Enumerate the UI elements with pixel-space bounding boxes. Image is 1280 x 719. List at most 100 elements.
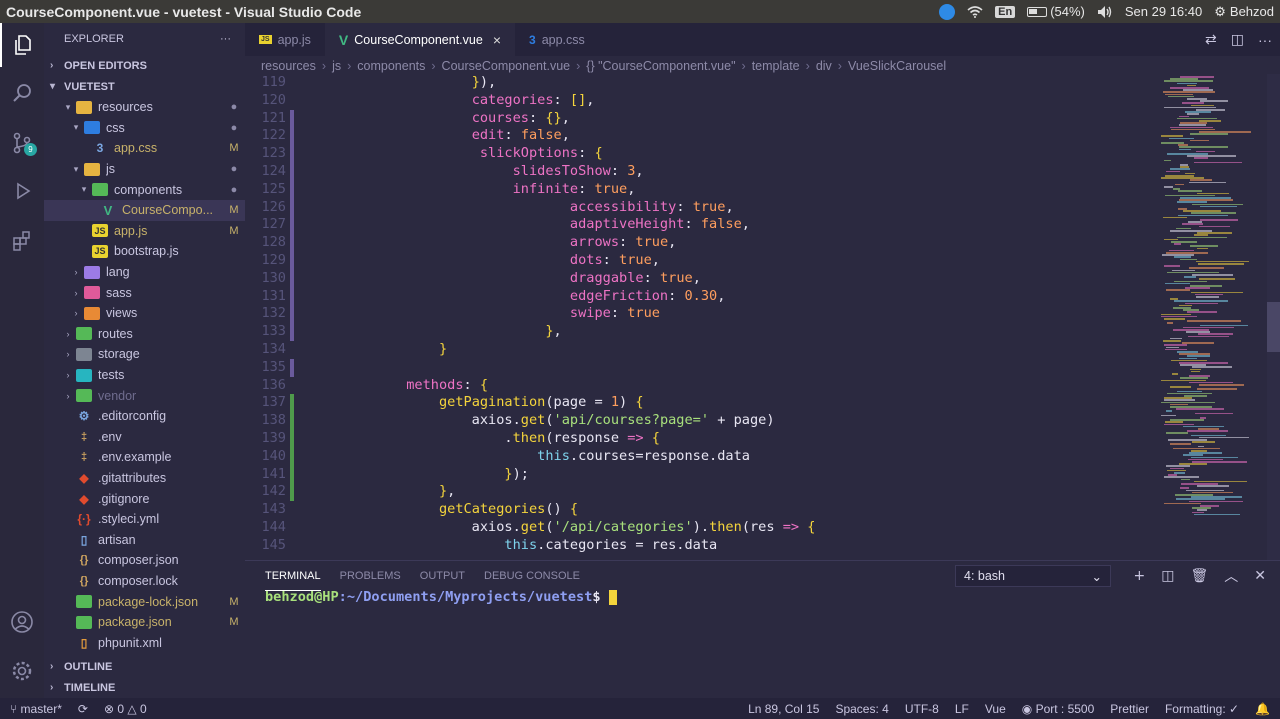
tree-item[interactable]: › storage [44, 344, 245, 365]
breadcrumb-item[interactable]: components [357, 59, 425, 73]
tree-item[interactable]: ‡ .env.example [44, 447, 245, 468]
code-line[interactable]: 145 this.categories = res.data [245, 537, 1157, 555]
maximize-panel-icon[interactable]: ︿ [1224, 566, 1238, 586]
panel-tab[interactable]: DEBUG CONSOLE [484, 561, 580, 591]
tree-item[interactable]: ▾ css ● [44, 118, 245, 139]
volume-icon[interactable] [1097, 5, 1113, 19]
code-line[interactable]: 119 }), [245, 74, 1157, 92]
tree-item[interactable]: ▯ artisan [44, 529, 245, 550]
code-line[interactable]: 131 edgeFriction: 0.30, [245, 287, 1157, 306]
battery-indicator[interactable]: (54%) [1027, 4, 1085, 19]
formatting-status[interactable]: Formatting: ✓ [1165, 702, 1239, 716]
extensions-icon[interactable] [0, 219, 44, 263]
project-section[interactable]: ▾ VUETEST [44, 76, 245, 97]
editor-tab[interactable]: JS app.js [245, 23, 325, 56]
tree-item[interactable]: package.json M [44, 612, 245, 633]
end-of-line[interactable]: LF [955, 702, 969, 716]
tree-item[interactable]: ▾ resources ● [44, 97, 245, 118]
tree-item[interactable]: › lang [44, 262, 245, 283]
tree-item[interactable]: ▾ components ● [44, 179, 245, 200]
code-line[interactable]: 142 }, [245, 483, 1157, 502]
split-terminal-icon[interactable]: ◫ [1161, 568, 1174, 584]
timeline-section[interactable]: › TIMELINE [44, 677, 245, 698]
code-line[interactable]: 123 slickOptions: { [245, 145, 1157, 163]
source-control-icon[interactable]: 9 [0, 121, 44, 165]
tree-item[interactable]: › views [44, 303, 245, 324]
breadcrumb-item[interactable]: VueSlickCarousel [848, 59, 946, 73]
code-line[interactable]: 136 methods: { [245, 377, 1157, 395]
tree-item[interactable]: package-lock.json M [44, 591, 245, 612]
tree-item[interactable]: › tests [44, 365, 245, 386]
terminal-select[interactable]: 4: bash ⌄ [955, 565, 1111, 587]
breadcrumb-item[interactable]: resources [261, 59, 316, 73]
tree-item[interactable]: V CourseCompo... M [44, 199, 245, 221]
indentation[interactable]: Spaces: 4 [835, 702, 888, 716]
code-line[interactable]: 128 arrows: true, [245, 234, 1157, 252]
code-line[interactable]: 137 getPagination(page = 1) { [245, 394, 1157, 413]
search-icon[interactable] [0, 71, 44, 115]
tree-item[interactable]: ◆ .gitattributes [44, 468, 245, 489]
tree-item[interactable]: › routes [44, 324, 245, 345]
code-line[interactable]: 134 } [245, 341, 1157, 359]
tree-item[interactable]: JS bootstrap.js [44, 241, 245, 262]
code-line[interactable]: 138 axios.get('api/courses?page=' + page… [245, 412, 1157, 430]
new-terminal-icon[interactable]: + [1134, 568, 1146, 584]
run-debug-icon[interactable] [0, 169, 44, 213]
tree-item[interactable]: ◆ .gitignore [44, 488, 245, 509]
close-tab-icon[interactable]: × [493, 32, 501, 48]
user-menu[interactable]: ⚙ Behzod [1214, 4, 1274, 20]
code-line[interactable]: 122 edit: false, [245, 127, 1157, 146]
code-line[interactable]: 139 .then(response => { [245, 429, 1157, 448]
kill-terminal-icon[interactable]: 🗑 [1190, 568, 1208, 584]
code-line[interactable]: 141 }); [245, 465, 1157, 484]
outline-section[interactable]: › OUTLINE [44, 656, 245, 677]
code-line[interactable]: 121 courses: {}, [245, 109, 1157, 128]
cursor-position[interactable]: Ln 89, Col 15 [748, 702, 819, 716]
notifications-icon[interactable]: 🔔 [1255, 702, 1270, 716]
code-line[interactable]: 120 categories: [], [245, 92, 1157, 110]
notification-app-icon[interactable] [939, 3, 956, 20]
code-line[interactable]: 144 axios.get('/api/categories').then(re… [245, 519, 1157, 537]
tree-item[interactable]: {} composer.json [44, 550, 245, 571]
clock[interactable]: Sen 29 16:40 [1125, 4, 1202, 19]
tree-item[interactable]: › sass [44, 282, 245, 303]
code-line[interactable]: 130 draggable: true, [245, 269, 1157, 288]
code-line[interactable]: 140 this.courses=response.data [245, 447, 1157, 466]
code-line[interactable]: 129 dots: true, [245, 251, 1157, 270]
more-actions-icon[interactable]: ··· [220, 33, 231, 45]
code-line[interactable]: 127 adaptiveHeight: false, [245, 216, 1157, 235]
code-editor[interactable]: 119 }), 120 categories: [], 121 courses: {… [245, 74, 1157, 560]
breadcrumb-item[interactable]: template [752, 59, 800, 73]
language-mode[interactable]: Vue [985, 702, 1006, 716]
tree-item[interactable]: 3 app.css M [44, 138, 245, 159]
editor-tab[interactable]: 3 app.css [515, 23, 599, 56]
settings-gear-icon[interactable] [0, 649, 44, 693]
tree-item[interactable]: JS app.js M [44, 221, 245, 242]
tree-item[interactable]: ⚙ .editorconfig [44, 406, 245, 427]
accounts-icon[interactable] [0, 600, 44, 644]
open-editors-section[interactable]: › OPEN EDITORS [44, 55, 245, 76]
sync-icon[interactable]: ⟳ [78, 702, 88, 716]
editor-scroll-thumb[interactable] [1267, 302, 1280, 352]
code-line[interactable]: 124 slidesToShow: 3, [245, 162, 1157, 181]
problems-indicator[interactable]: ⊗ 0 △ 0 [104, 702, 147, 716]
explorer-icon[interactable] [0, 23, 44, 67]
terminal-output[interactable]: behzod@HP :~/Documents/Myprojects/vuetes… [265, 589, 617, 605]
panel-tab[interactable]: OUTPUT [420, 561, 465, 591]
tree-item[interactable]: › vendor [44, 385, 245, 406]
wifi-icon[interactable] [967, 5, 983, 18]
code-line[interactable]: 126 accessibility: true, [245, 198, 1157, 217]
branch-indicator[interactable]: ⑂ master* [10, 702, 62, 716]
split-editor-icon[interactable]: ◫ [1231, 31, 1244, 48]
code-line[interactable]: 135 [245, 358, 1157, 377]
prettier-status[interactable]: Prettier [1110, 702, 1149, 716]
tree-item[interactable]: ▯ phpunit.xml [44, 632, 245, 653]
breadcrumb-item[interactable]: div [816, 59, 832, 73]
tree-item[interactable]: {·} .styleci.yml [44, 509, 245, 530]
tree-item[interactable]: ‡ .env [44, 427, 245, 448]
open-changes-icon[interactable]: ⇄ [1205, 31, 1217, 48]
more-actions-icon[interactable]: ··· [1258, 32, 1272, 48]
editor-tab[interactable]: V CourseComponent.vue × [324, 23, 515, 56]
breadcrumb-item[interactable]: {} "CourseComponent.vue" [586, 59, 735, 73]
breadcrumb-item[interactable]: js [332, 59, 341, 73]
